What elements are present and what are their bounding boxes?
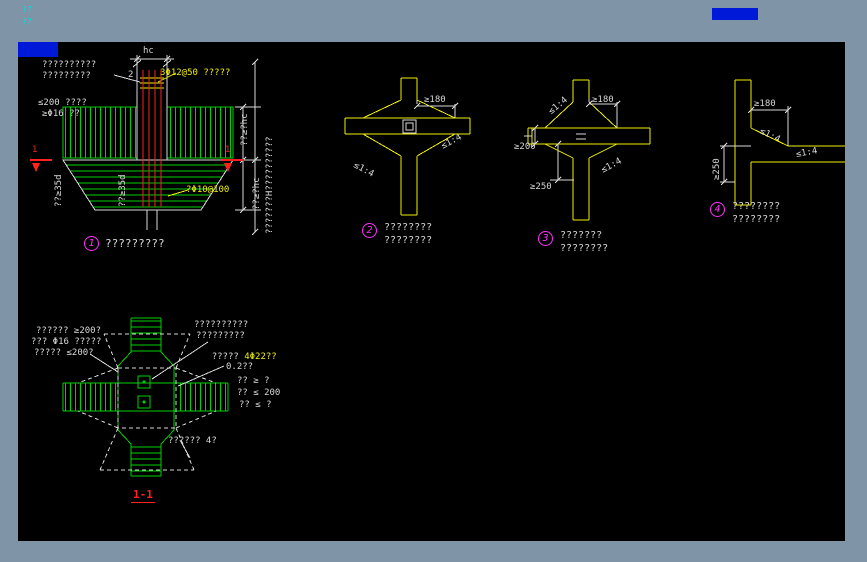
- dim-label: ≥250: [712, 158, 722, 180]
- section-cut-marker: 1: [32, 145, 38, 155]
- dim-label: ??≥?hc: [240, 113, 250, 146]
- cad-viewer-window: { "window": { "frame_color": "#7f94a6", …: [0, 0, 867, 562]
- rebar-note: 3Φ12@50 ?????: [160, 68, 231, 78]
- detail-3-figure: [524, 79, 651, 221]
- leader-number: 2: [128, 70, 134, 80]
- detail-callout-2: 2: [362, 223, 377, 238]
- detail-callout-3: 3: [538, 231, 553, 246]
- detail-4-figure: [720, 79, 845, 206]
- detail-callout-1: 1: [84, 236, 99, 251]
- dim-label: ≥200: [514, 142, 536, 152]
- note: ?????? ≥200?: [36, 326, 102, 336]
- dim-label: hc: [143, 46, 154, 56]
- note: ????? ≤200?: [34, 348, 94, 358]
- note: ??????????: [42, 60, 97, 70]
- dim-label: ??≥35d: [54, 174, 64, 207]
- drawing-linework: [30, 55, 845, 477]
- note: ?????????: [196, 331, 245, 341]
- detail-caption: ????????: [732, 201, 781, 212]
- note: ≤200 ????: [38, 98, 87, 108]
- note: ??????????: [194, 320, 249, 330]
- dim-label: ≥180: [424, 95, 446, 105]
- detail-caption: ????????: [384, 222, 433, 233]
- dim-label: ≥180: [754, 99, 776, 109]
- frame-blue-box: [712, 8, 758, 20]
- detail-caption: ????????: [384, 235, 433, 246]
- frame-mark: ??: [22, 17, 32, 26]
- note: ?????????: [42, 71, 91, 81]
- note: ?? ≥ ?: [237, 376, 270, 386]
- drawing-canvas[interactable]: ?????????? ????????? 2 3Φ12@50 ????? hc …: [18, 42, 845, 541]
- detail-caption: ???????: [560, 230, 603, 241]
- detail-caption: ?????????: [105, 237, 165, 250]
- dim-label: ≥250: [530, 182, 552, 192]
- dim-label: ??≥35d: [118, 174, 128, 207]
- dim-label: ≥180: [592, 95, 614, 105]
- dim-label: ??≥?hc: [252, 177, 262, 210]
- stirrup-note: ?Φ10@100: [186, 185, 230, 195]
- note: ≥Φ16 ??: [42, 109, 80, 119]
- detail-caption: ????????: [732, 214, 781, 225]
- note: ??? Φ16 ?????: [31, 337, 102, 347]
- detail-callout-4: 4: [710, 202, 725, 217]
- note: ?? ≤ 200: [237, 388, 281, 398]
- rebar-note: 4Φ22??: [244, 352, 277, 362]
- detail-caption: ????????: [560, 243, 609, 254]
- note: 0.2??: [226, 362, 254, 372]
- section-cut-marker: 1: [225, 145, 231, 155]
- note-part: ?????: [211, 352, 239, 362]
- note: ?? ≤ ?: [239, 400, 272, 410]
- frame-mark: ??: [22, 5, 32, 14]
- note: ???????H??????????: [265, 136, 275, 234]
- note: ?????? 4?: [168, 436, 217, 446]
- section-title: 1-1: [131, 488, 155, 503]
